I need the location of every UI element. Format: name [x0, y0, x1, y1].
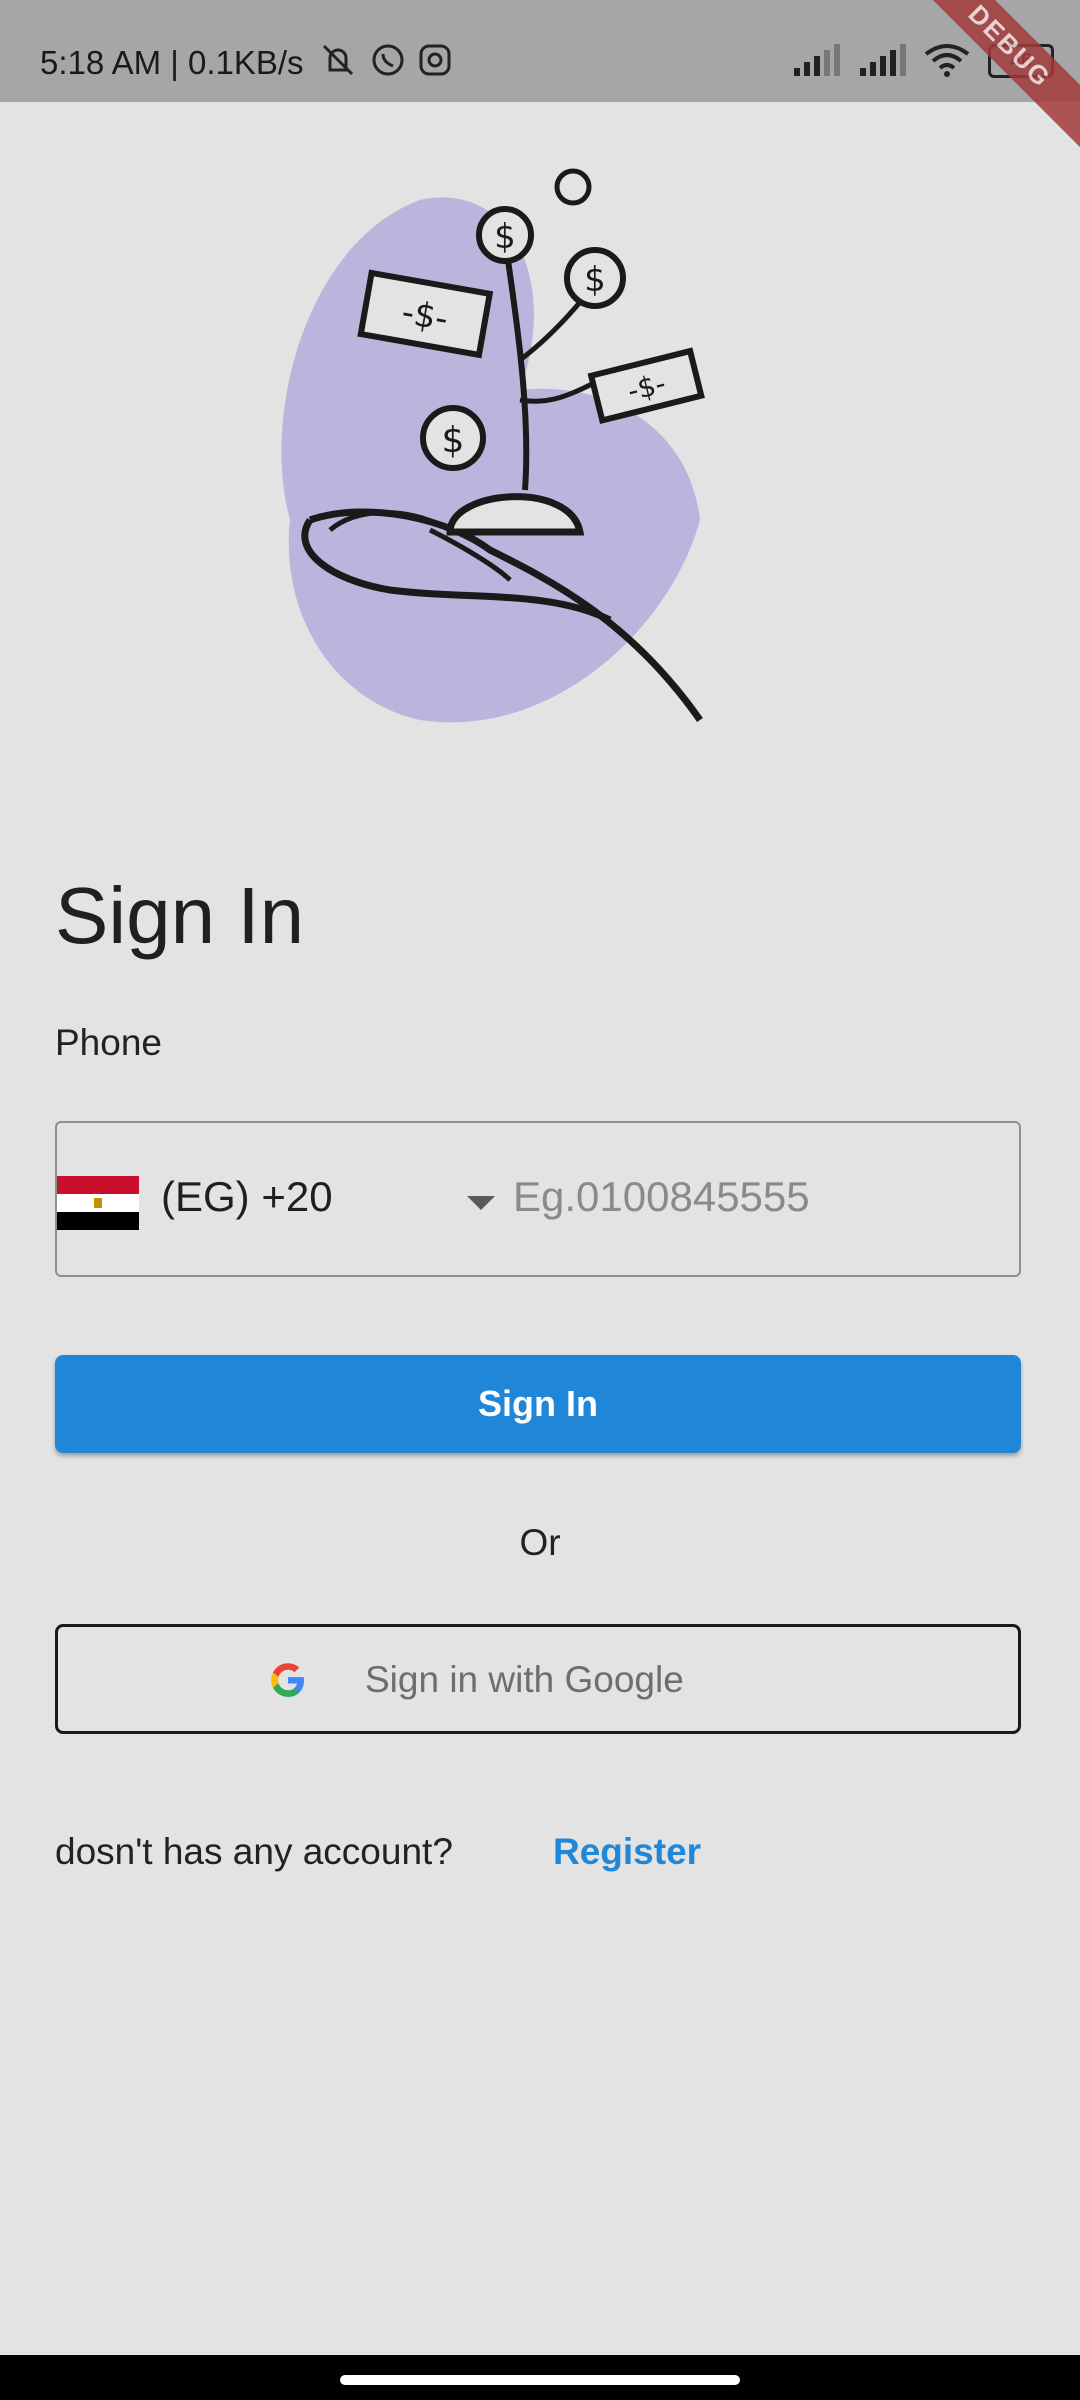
signal-icon [794, 44, 840, 76]
navigation-bar [0, 2355, 1080, 2400]
svg-text:$: $ [494, 217, 516, 257]
instagram-icon [419, 44, 451, 76]
money-plant-illustration: $ $ $ -$- -$- [281, 168, 705, 723]
wifi-icon [924, 44, 970, 77]
register-link[interactable]: Register [553, 1831, 701, 1873]
google-icon [271, 1663, 304, 1697]
page-title: Sign In [55, 871, 305, 960]
or-divider: Or [519, 1522, 561, 1563]
egypt-flag-icon[interactable] [57, 1176, 139, 1230]
google-sign-in-button[interactable]: Sign in with Google [55, 1624, 1021, 1734]
status-bar: 5:18 AM | 0.1KB/s DEBUG [0, 0, 1080, 154]
country-code[interactable]: (EG) +20 [161, 1173, 333, 1221]
no-account-text: dosn't has any account? [55, 1831, 453, 1872]
phone-input[interactable] [513, 1167, 993, 1227]
phone-field[interactable]: (EG) +20 [55, 1121, 1021, 1277]
phone-label: Phone [55, 1022, 162, 1063]
svg-text:$: $ [584, 260, 606, 300]
chevron-down-icon[interactable] [467, 1196, 495, 1210]
sign-in-button[interactable]: Sign In [55, 1355, 1021, 1453]
whatsapp-icon [372, 44, 404, 76]
signal-icon [860, 44, 906, 76]
google-sign-in-label: Sign in with Google [365, 1659, 684, 1700]
svg-text:$: $ [442, 420, 465, 461]
mute-bell-icon [322, 44, 354, 76]
home-gesture-handle[interactable] [340, 2375, 740, 2385]
svg-text:-$-: -$- [399, 292, 451, 339]
status-time-speed: 5:18 AM | 0.1KB/s [40, 44, 304, 81]
